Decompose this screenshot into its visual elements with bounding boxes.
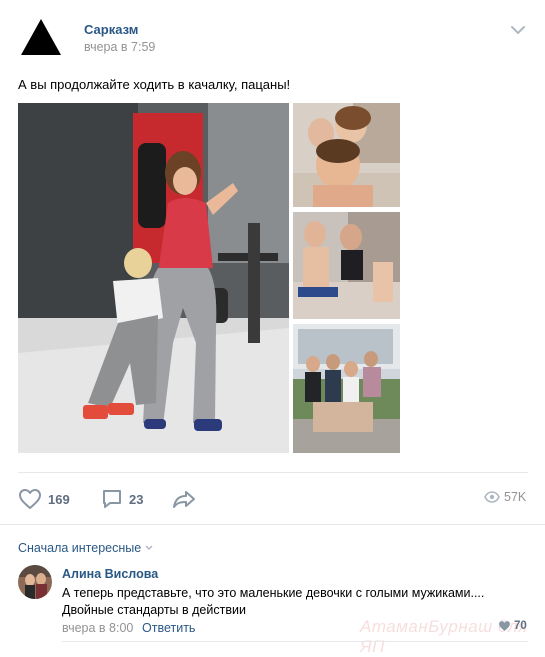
views-count: 57K <box>504 490 527 504</box>
post-photo-thumb-3[interactable] <box>293 324 400 453</box>
share-button[interactable] <box>172 486 196 512</box>
post-divider <box>18 472 528 473</box>
chevron-down-icon <box>145 545 153 550</box>
comment-button[interactable]: 23 <box>101 486 143 512</box>
post-time[interactable]: вчера в 7:59 <box>84 40 155 54</box>
comment-reply-link[interactable]: Ответить <box>142 621 195 635</box>
black-triangle-logo <box>21 19 61 55</box>
post-photo-thumb-1[interactable] <box>293 103 400 207</box>
comment-author[interactable]: Алина Вислова <box>62 567 158 581</box>
post-photo-thumb-2[interactable] <box>293 212 400 319</box>
comments-sort-dropdown[interactable]: Сначала интересные <box>18 541 154 555</box>
like-count: 169 <box>48 491 70 507</box>
comment-like-button[interactable]: 70 <box>498 620 527 632</box>
comments-sort-label: Сначала интересные <box>18 541 142 555</box>
heart-icon <box>499 621 510 631</box>
comment-icon <box>103 490 121 508</box>
views-counter: 57K <box>484 490 526 504</box>
comment-divider <box>62 641 528 642</box>
comment-count: 23 <box>129 491 144 507</box>
post-author[interactable]: Сарказм <box>84 22 138 37</box>
post-avatar[interactable] <box>18 15 64 61</box>
like-button[interactable]: 169 <box>18 486 70 512</box>
eye-icon <box>484 491 500 503</box>
chevron-down-icon[interactable] <box>508 22 528 38</box>
heart-icon <box>19 489 41 509</box>
comment-time[interactable]: вчера в 8:00 <box>62 621 133 635</box>
comment-avatar[interactable] <box>18 565 52 599</box>
post-text: А вы продолжайте ходить в качалку, пацан… <box>18 77 291 92</box>
share-icon <box>173 491 195 508</box>
post-photo-main[interactable] <box>18 103 289 453</box>
comment-text: А теперь представьте, что это маленькие … <box>62 586 485 617</box>
comment-like-count: 70 <box>514 620 527 632</box>
comments-divider <box>0 524 545 525</box>
